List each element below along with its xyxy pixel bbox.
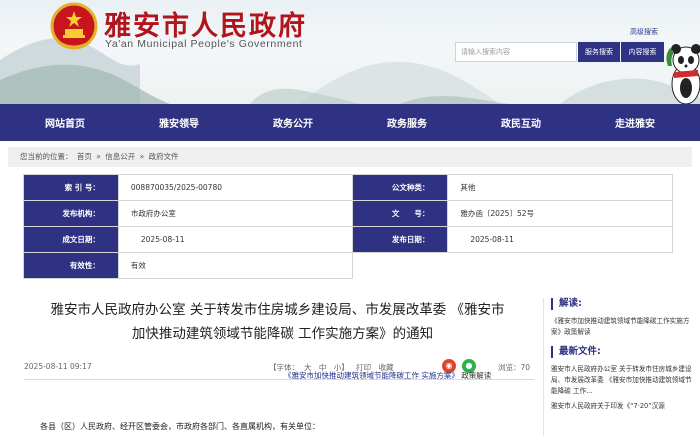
article-title-line2: 加快推动建筑领域节能降碳 工作实施方案》的通知 <box>131 326 434 342</box>
meta-row: 索 引 号： 008870035/2025-00780 公文种类： 其他 <box>23 174 673 201</box>
sidebar-latest-item[interactable]: 雅安市人民政府办公室 关于转发市住房城乡建设局、市发展改革委 《雅安市加快推动建… <box>551 364 695 397</box>
meta-published-date-label: 发布日期： <box>352 226 449 253</box>
site-title-en: Ya'an Municipal People's Government <box>105 38 303 50</box>
sidebar-interpret-link[interactable]: 《雅安市加快推动建筑领域节能降碳工作实施方案》政策解读 <box>551 316 695 338</box>
meta-issuer-value: 市政府办公室 <box>117 200 354 227</box>
article-date: 2025-08-11 09:17 <box>24 362 92 371</box>
meta-published-date-value: 2025-08-11 <box>447 226 673 253</box>
nav-home[interactable]: 网站首页 <box>45 115 85 130</box>
meta-row: 发布机构： 市政府办公室 文 号： 雅办函〔2025〕52号 <box>23 200 673 227</box>
breadcrumb-sep: » <box>139 152 145 161</box>
policy-link-suffix[interactable]: 政策解读 <box>461 371 491 380</box>
breadcrumb-info-open[interactable]: 信息公开 <box>105 152 135 161</box>
sidebar-latest-item[interactable]: 雅安市人民政府关于印发《“7·20”汉源 <box>551 401 695 412</box>
nav-gov-services[interactable]: 政务服务 <box>387 115 427 130</box>
content-search-button[interactable]: 内容搜索 <box>621 42 664 62</box>
sidebar: 解读: 《雅安市加快推动建筑领域节能降碳工作实施方案》政策解读 最新文件: 雅安… <box>551 298 695 416</box>
breadcrumb-home[interactable]: 首页 <box>77 152 92 161</box>
meta-index-label: 索 引 号： <box>23 174 119 201</box>
sidebar-divider <box>543 298 544 436</box>
breadcrumb-prefix: 您当前的位置： <box>20 152 73 161</box>
breadcrumb-gov-docs[interactable]: 政府文件 <box>149 152 179 161</box>
search-input[interactable] <box>455 42 577 62</box>
meta-empty-cell <box>447 252 673 279</box>
meta-docno-value: 雅办函〔2025〕52号 <box>447 200 673 227</box>
national-emblem-icon <box>50 2 98 50</box>
nav-gov-affairs-open[interactable]: 政务公开 <box>273 115 313 130</box>
meta-written-date-value: 2025-08-11 <box>117 226 354 253</box>
meta-category-label: 公文种类： <box>352 174 449 201</box>
meta-docno-label: 文 号： <box>352 200 449 227</box>
meta-category-value: 其他 <box>447 174 673 201</box>
meta-index-value: 008870035/2025-00780 <box>117 174 354 201</box>
service-search-button[interactable]: 服务搜索 <box>578 42 620 62</box>
meta-empty-cell <box>352 252 448 279</box>
meta-validity-value: 有效 <box>117 252 354 279</box>
meta-written-date-label: 成文日期： <box>23 226 119 253</box>
breadcrumb-sep: » <box>96 152 101 161</box>
meta-row: 有效性： 有效 <box>23 252 673 279</box>
view-count: 浏览：70 <box>497 363 530 372</box>
advanced-search-link[interactable]: 高级搜索 <box>630 27 658 37</box>
sidebar-latest-heading: 最新文件: <box>551 346 695 358</box>
meta-validity-label: 有效性： <box>23 252 119 279</box>
meta-issuer-label: 发布机构： <box>23 200 119 227</box>
article-body-first-line: 各县（区）人民政府、经开区管委会，市政府各部门、各直属机构，有关单位： <box>40 422 320 431</box>
nav-interaction[interactable]: 政民互动 <box>501 115 541 130</box>
main-nav: 网站首页 雅安领导 政务公开 政务服务 政民互动 走进雅安 <box>0 104 700 141</box>
meta-row: 成文日期： 2025-08-11 发布日期： 2025-08-11 <box>23 226 673 253</box>
panda-mascot-icon <box>666 44 700 104</box>
article-title: 雅安市人民政府办公室 关于转发市住房城乡建设局、市发展改革委 《雅安市 加快推动… <box>20 298 535 346</box>
document-meta-table: 索 引 号： 008870035/2025-00780 公文种类： 其他 发布机… <box>23 174 673 279</box>
policy-link-text[interactable]: 《雅安市加快推动建筑领域节能降碳工作 实施方案》 <box>284 371 459 380</box>
sidebar-interpret-heading: 解读: <box>551 298 695 310</box>
policy-interpretation-link[interactable]: 《雅安市加快推动建筑领域节能降碳工作 实施方案》 政策解读 <box>284 370 491 381</box>
breadcrumb: 您当前的位置： 首页 » 信息公开 » 政府文件 <box>8 147 692 167</box>
nav-leaders[interactable]: 雅安领导 <box>159 115 199 130</box>
article-title-line1: 雅安市人民政府办公室 关于转发市住房城乡建设局、市发展改革委 《雅安市 <box>50 302 505 318</box>
nav-about-yaan[interactable]: 走进雅安 <box>615 115 655 130</box>
site-header: 雅安市人民政府 Ya'an Municipal People's Governm… <box>0 0 700 104</box>
